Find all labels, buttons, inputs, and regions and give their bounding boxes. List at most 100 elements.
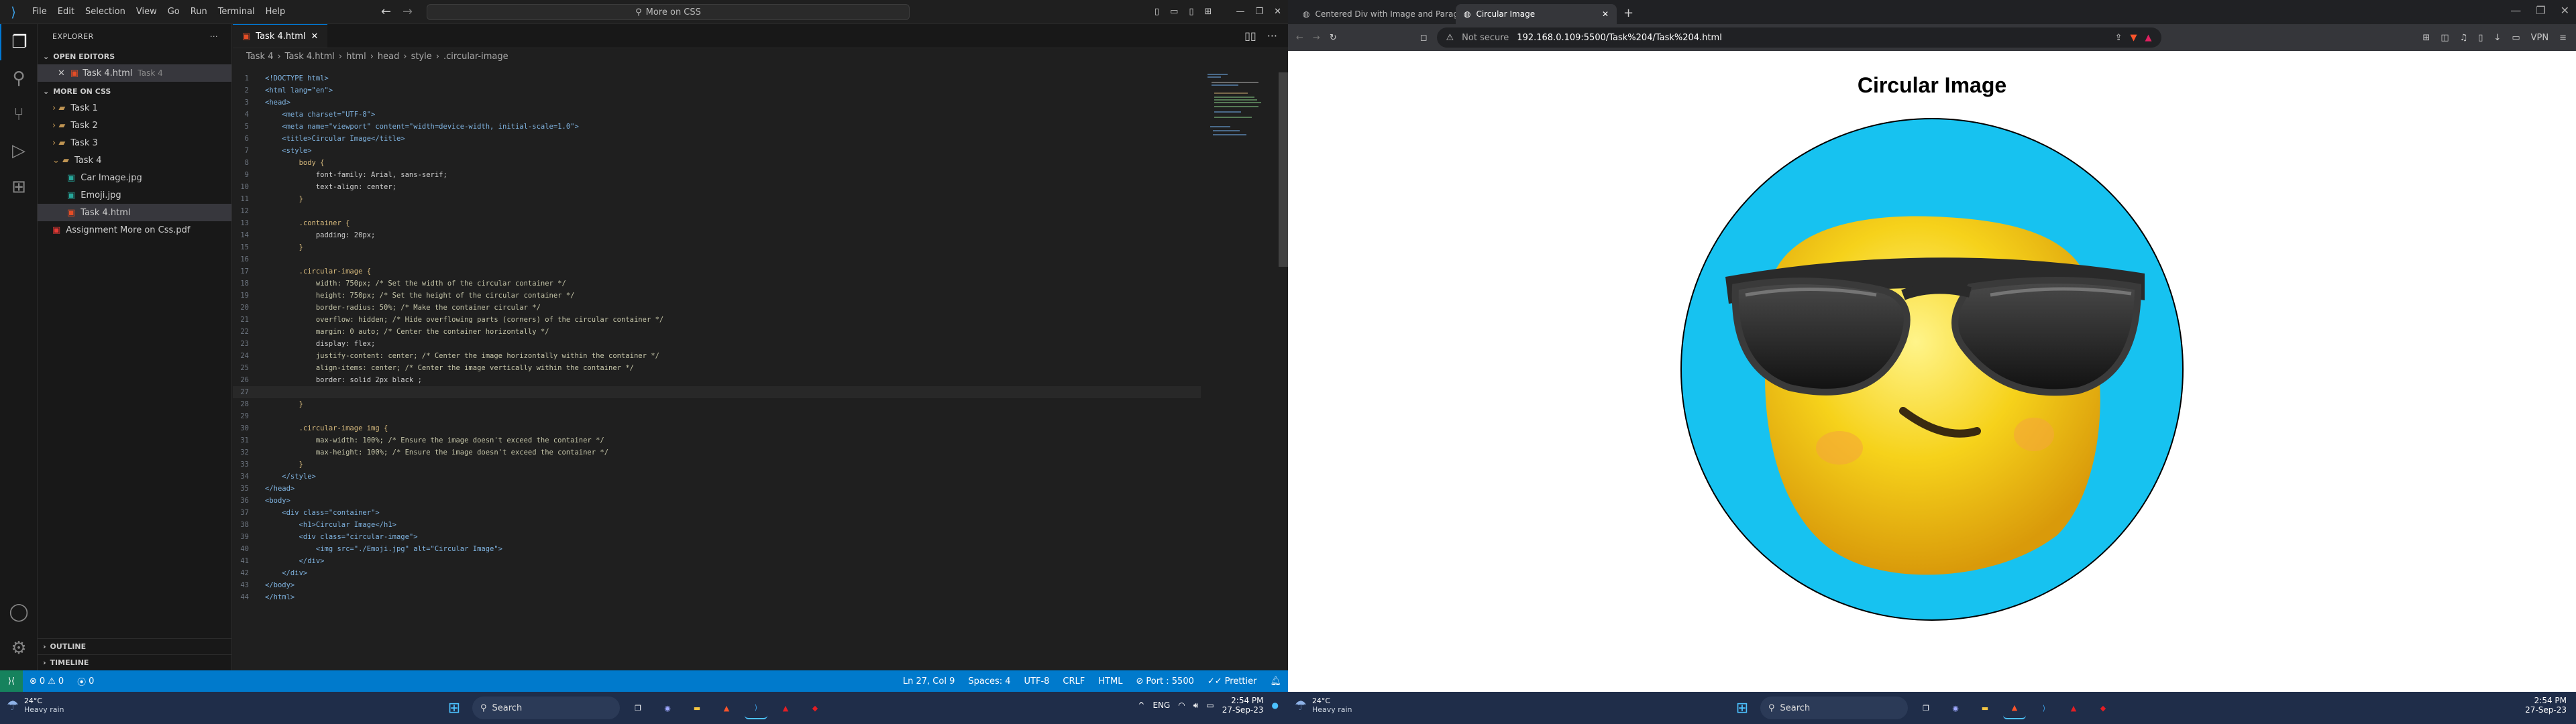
vscode-taskbar-icon[interactable]: ⟩ — [745, 697, 767, 719]
restore-button[interactable]: ❐ — [1255, 7, 1263, 17]
breadcrumb-item[interactable]: head — [378, 52, 399, 62]
tree-item[interactable]: › ▰ Task 1 — [38, 99, 231, 117]
account-icon[interactable]: ◯ — [0, 594, 38, 630]
minimap[interactable] — [1205, 72, 1279, 153]
remote-icon[interactable]: ⟩⟨ — [0, 670, 23, 692]
extensions-icon[interactable]: ⊞ — [2422, 33, 2430, 43]
forward-arrow-icon[interactable]: → — [1313, 33, 1320, 43]
menu-item-go[interactable]: Go — [162, 7, 185, 17]
tree-item[interactable]: › ▰ Task 3 — [38, 134, 231, 152]
minimize-button[interactable]: — — [2510, 4, 2521, 17]
breadcrumb-item[interactable]: html — [346, 52, 366, 62]
brave-browser-icon[interactable]: ▲ — [715, 697, 738, 719]
indentation[interactable]: Spaces: 4 — [961, 676, 1017, 686]
encoding[interactable]: UTF-8 — [1018, 676, 1057, 686]
close-icon[interactable]: ✕ — [1602, 9, 1609, 19]
vpn-button[interactable]: VPN — [2531, 33, 2548, 43]
outline-section[interactable]: › OUTLINE — [38, 638, 231, 654]
menu-item-file[interactable]: File — [27, 7, 52, 17]
battery-icon[interactable]: ▭ — [1206, 701, 1214, 710]
explorer-icon[interactable]: ❐ — [0, 24, 38, 60]
tree-item[interactable]: ▣ Assignment More on Css.pdf — [38, 221, 231, 239]
acrobat-icon[interactable]: ▲ — [2062, 697, 2085, 719]
app-icon[interactable]: ◆ — [804, 697, 826, 719]
live-server-port[interactable]: ⊘ Port : 5500 — [1129, 676, 1200, 686]
back-arrow-icon[interactable]: ← — [1296, 33, 1303, 43]
open-editor-item[interactable]: ✕ ▣ Task 4.html Task 4 — [38, 64, 231, 82]
media-icon[interactable]: ♫ — [2460, 33, 2468, 43]
extensions-icon[interactable]: ⊞ — [0, 169, 38, 205]
wifi-icon[interactable]: ◠ — [1178, 701, 1185, 710]
start-icon[interactable]: ⊞ — [1731, 697, 1754, 719]
tab-task4-html[interactable]: ▣ Task 4.html ✕ — [233, 24, 328, 48]
layout-secondary-icon[interactable]: ▯ — [1189, 7, 1193, 17]
weather-widget[interactable]: ☂ 24°C Heavy rain — [7, 697, 64, 714]
open-editors-section[interactable]: ⌄ OPEN EDITORS — [38, 48, 231, 64]
line-ending[interactable]: CRLF — [1056, 676, 1091, 686]
menu-item-run[interactable]: Run — [185, 7, 213, 17]
source-control-icon[interactable]: ⑂ — [0, 97, 38, 133]
notification-badge-icon[interactable]: ● — [1272, 701, 1279, 710]
settings-gear-icon[interactable]: ⚙ — [0, 630, 38, 666]
menu-item-help[interactable]: Help — [260, 7, 291, 17]
breadcrumb-item[interactable]: .circular-image — [443, 52, 508, 62]
layout-sidebar-icon[interactable]: ▯ — [1155, 7, 1159, 17]
forward-arrow-icon[interactable]: → — [402, 5, 413, 19]
run-debug-icon[interactable]: ▷ — [0, 133, 38, 169]
back-arrow-icon[interactable]: ← — [381, 5, 391, 19]
breadcrumb-item[interactable]: style — [411, 52, 432, 62]
taskbar-search[interactable]: ⚲ Search — [472, 697, 620, 719]
app-icon[interactable]: ◆ — [2092, 697, 2114, 719]
menu-item-view[interactable]: View — [131, 7, 162, 17]
tab-circular-image[interactable]: ◍ Circular Image ✕ — [1456, 4, 1617, 24]
customize-layout-icon[interactable]: ⊞ — [1205, 7, 1212, 17]
tray-chevron-up-icon[interactable]: ^ — [1138, 701, 1144, 710]
file-explorer-icon[interactable]: ▬ — [686, 697, 708, 719]
ports-status[interactable]: ⦿ 0 — [70, 675, 101, 688]
close-window-button[interactable]: ✕ — [2561, 4, 2569, 17]
layout-panel-icon[interactable]: ▭ — [1170, 7, 1178, 17]
breadcrumb-item[interactable]: Task 4 — [246, 52, 273, 62]
menu-item-selection[interactable]: Selection — [80, 7, 131, 17]
download-icon[interactable]: ↓ — [2493, 33, 2501, 43]
more-actions-icon[interactable]: ··· — [210, 32, 218, 41]
cursor-position[interactable]: Ln 27, Col 9 — [896, 676, 961, 686]
close-icon[interactable]: ✕ — [311, 32, 319, 42]
tree-item[interactable]: ▣ Task 4.html — [38, 204, 231, 221]
sidebar-icon[interactable]: ▯ — [2478, 33, 2483, 43]
task-view-icon[interactable]: ❐ — [1915, 697, 1937, 719]
task-view-icon[interactable]: ❐ — [627, 697, 649, 719]
command-center-search[interactable]: ⚲ More on CSS — [427, 4, 910, 20]
acrobat-icon[interactable]: ▲ — [774, 697, 797, 719]
timeline-section[interactable]: › TIMELINE — [38, 654, 231, 670]
tree-item[interactable]: ▣ Emoji.jpg — [38, 186, 231, 204]
tree-item[interactable]: ▣ Car Image.jpg — [38, 169, 231, 186]
tree-item[interactable]: › ▰ Task 2 — [38, 117, 231, 134]
brave-browser-icon[interactable]: ▲ — [2003, 697, 2026, 719]
brave-rewards-icon[interactable]: ▲ — [2145, 33, 2152, 43]
menu-item-terminal[interactable]: Terminal — [213, 7, 260, 17]
language-indicator[interactable]: ENG — [1152, 701, 1170, 710]
clock[interactable]: 2:54 PM 27-Sep-23 — [1222, 696, 1264, 715]
chat-icon[interactable]: ◫ — [2440, 33, 2449, 43]
breadcrumb-item[interactable]: Task 4.html — [285, 52, 335, 62]
new-tab-icon[interactable]: + — [1617, 6, 1640, 24]
tree-item[interactable]: ⌄ ▰ Task 4 — [38, 152, 231, 169]
minimize-button[interactable]: — — [1236, 7, 1244, 17]
close-window-button[interactable]: ✕ — [1274, 7, 1281, 17]
prettier-status[interactable]: ✓✓ Prettier — [1201, 676, 1264, 686]
address-bar[interactable]: ⚠ Not secure 192.168.0.109:5500/Task%204… — [1436, 27, 2161, 48]
language-mode[interactable]: HTML — [1091, 676, 1129, 686]
share-icon[interactable]: ⇪ — [2115, 33, 2123, 43]
notifications-bell-icon[interactable]: 🔔︎ — [1263, 676, 1288, 686]
tab-centered-div[interactable]: ◍ Centered Div with Image and Paragra — [1295, 4, 1456, 24]
meet-icon[interactable]: ◉ — [1944, 697, 1967, 719]
volume-icon[interactable]: 🔊︎ — [1193, 701, 1199, 711]
split-editor-icon[interactable]: ▯▯ — [1244, 29, 1256, 42]
menu-item-edit[interactable]: Edit — [52, 7, 80, 17]
wallet-icon[interactable]: ▭ — [2512, 33, 2520, 43]
bookmark-icon[interactable]: ◻ — [1420, 33, 1428, 43]
reload-icon[interactable]: ↻ — [1330, 33, 1337, 43]
more-actions-icon[interactable]: ··· — [1267, 29, 1277, 42]
search-activity-icon[interactable]: ⚲ — [0, 60, 38, 97]
